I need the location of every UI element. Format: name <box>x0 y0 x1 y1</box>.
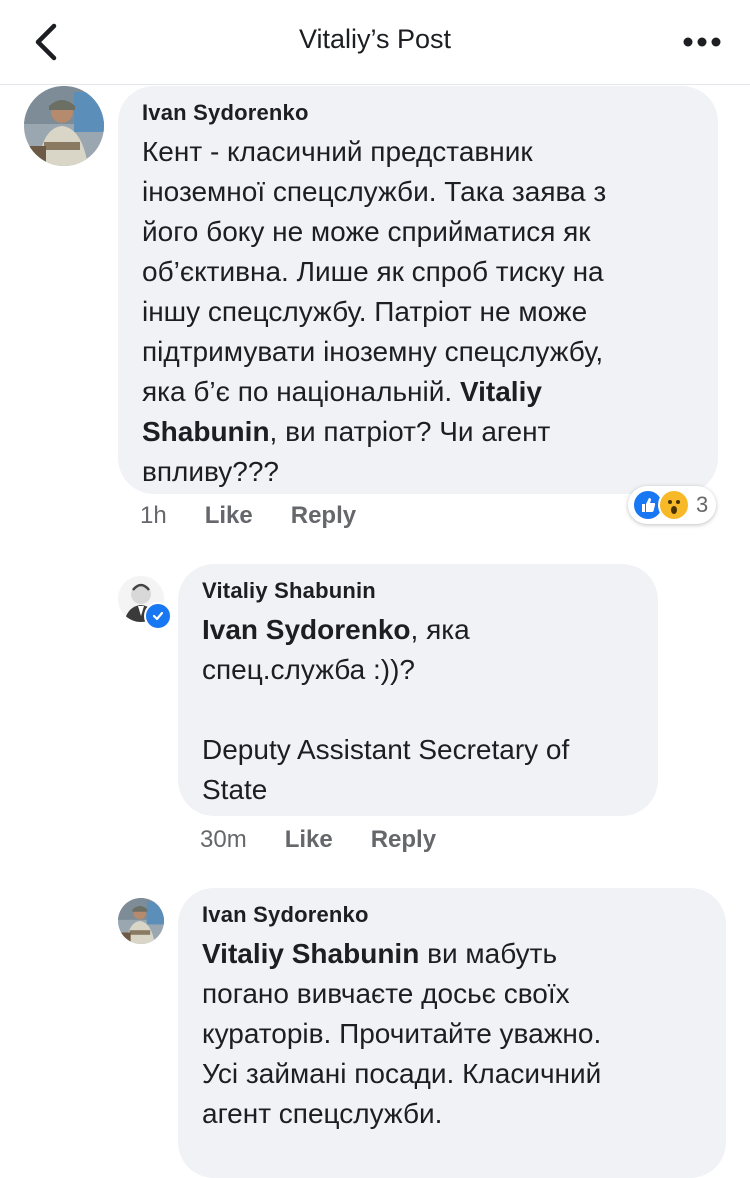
comment-author[interactable]: Ivan Sydorenko <box>202 902 702 928</box>
comment-bubble[interactable]: Vitaliy Shabunin Ivan Sydorenko, яка спе… <box>178 564 658 816</box>
comment-timestamp[interactable]: 1h <box>140 502 167 530</box>
comment-author[interactable]: Ivan Sydorenko <box>142 100 694 126</box>
reaction-count: 3 <box>696 492 709 517</box>
comment-meta: 1h Like Reply <box>140 502 356 530</box>
mention-link[interactable]: Ivan Sydorenko <box>202 614 411 645</box>
top-navigation-bar: Vitaliy’s Post <box>0 0 750 85</box>
more-horizontal-icon <box>683 37 721 47</box>
comment-author[interactable]: Vitaliy Shabunin <box>202 578 634 604</box>
like-button[interactable]: Like <box>205 502 253 530</box>
reply-button[interactable]: Reply <box>291 502 356 530</box>
avatar[interactable] <box>118 898 164 944</box>
wow-reaction-icon <box>658 489 690 521</box>
comment-text: Ivan Sydorenko, яка спец.служба :))? Dep… <box>202 610 634 810</box>
comment-bubble[interactable]: Ivan Sydorenko Кент - класичний представ… <box>118 86 718 494</box>
verified-badge-icon <box>144 602 172 630</box>
comment-meta: 30m Like Reply <box>200 826 436 854</box>
avatar-photo-icon <box>118 898 164 944</box>
more-options-button[interactable] <box>678 22 726 62</box>
avatar[interactable] <box>24 86 104 166</box>
reply-button[interactable]: Reply <box>371 826 436 854</box>
comment-timestamp[interactable]: 30m <box>200 826 247 854</box>
comment-bubble[interactable]: Ivan Sydorenko Vitaliy Shabunin ви мабут… <box>178 888 726 1178</box>
comment-text: Vitaliy Shabunin ви мабуть погано вивчає… <box>202 934 702 1134</box>
comment-text-body: Кент - класичний представник іноземної с… <box>142 136 607 407</box>
avatar-photo-icon <box>24 86 104 166</box>
reactions-summary[interactable]: 3 <box>628 486 717 524</box>
mention-link[interactable]: Vitaliy Shabunin <box>202 938 419 969</box>
page-title: Vitaliy’s Post <box>298 24 452 54</box>
like-button[interactable]: Like <box>285 826 333 854</box>
comment-text: Кент - класичний представник іноземної с… <box>142 132 694 492</box>
